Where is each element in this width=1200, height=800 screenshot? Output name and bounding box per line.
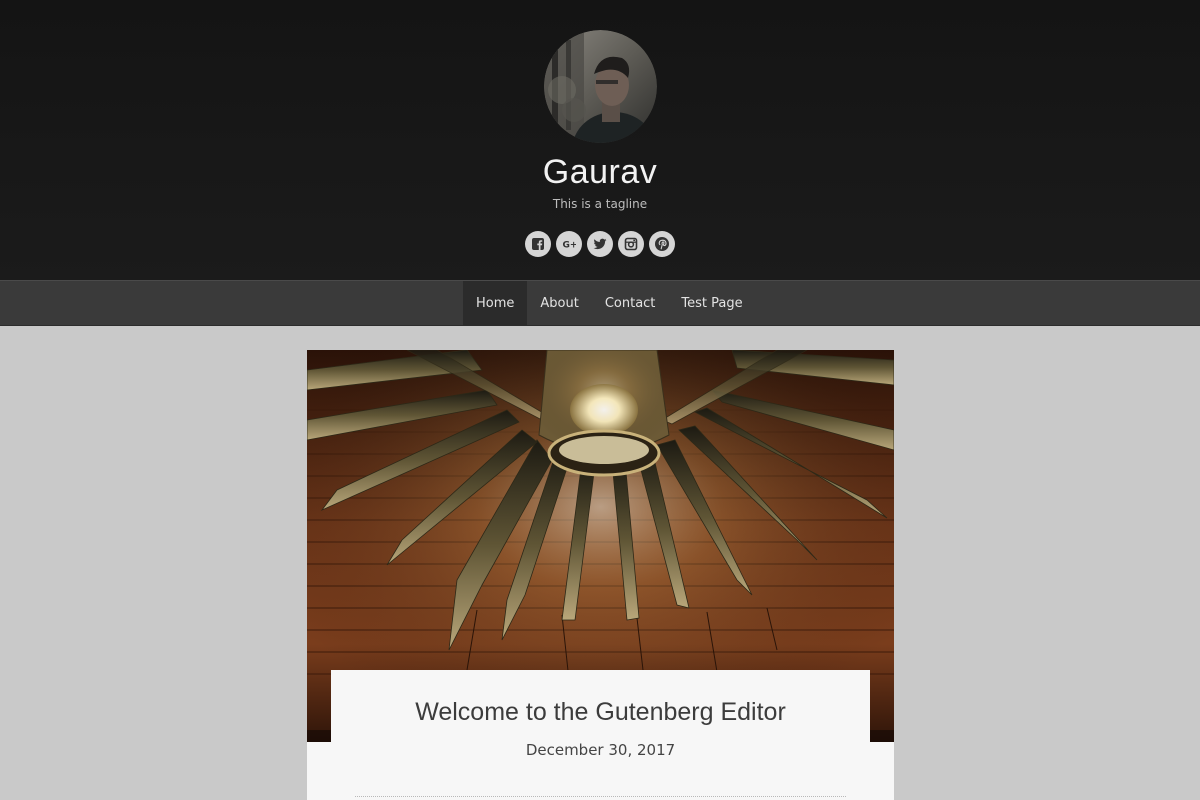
nav-menu: Home About Contact Test Page bbox=[463, 281, 756, 326]
nav-item-test-page[interactable]: Test Page bbox=[668, 281, 755, 326]
post-header: Welcome to the Gutenberg Editor December… bbox=[331, 670, 870, 800]
nav-item-home[interactable]: Home bbox=[463, 281, 528, 326]
site-tagline: This is a tagline bbox=[552, 197, 648, 211]
facebook-link[interactable] bbox=[525, 231, 551, 257]
google-plus-icon: G+ bbox=[563, 241, 577, 251]
social-links: G+ bbox=[525, 231, 675, 257]
main-nav: Home About Contact Test Page bbox=[0, 280, 1200, 326]
nav-item-contact[interactable]: Contact bbox=[592, 281, 669, 326]
instagram-icon bbox=[624, 237, 638, 251]
post-date: December 30, 2017 bbox=[525, 741, 676, 759]
google-plus-link[interactable]: G+ bbox=[556, 231, 582, 257]
facebook-icon bbox=[532, 238, 544, 250]
twitter-link[interactable] bbox=[587, 231, 613, 257]
post-divider bbox=[355, 796, 846, 797]
twitter-icon bbox=[593, 238, 607, 250]
pinterest-icon bbox=[655, 237, 669, 251]
nav-item-about[interactable]: About bbox=[527, 281, 591, 326]
avatar[interactable] bbox=[544, 30, 657, 143]
post-title[interactable]: Welcome to the Gutenberg Editor bbox=[331, 696, 870, 728]
pinterest-link[interactable] bbox=[649, 231, 675, 257]
avatar-photo bbox=[544, 30, 657, 143]
site-title[interactable]: Gaurav bbox=[0, 150, 1200, 194]
site-header: Gaurav This is a tagline G+ bbox=[0, 0, 1200, 280]
svg-text:G+: G+ bbox=[563, 241, 577, 251]
post-card: Welcome to the Gutenberg Editor December… bbox=[307, 350, 894, 800]
instagram-link[interactable] bbox=[618, 231, 644, 257]
